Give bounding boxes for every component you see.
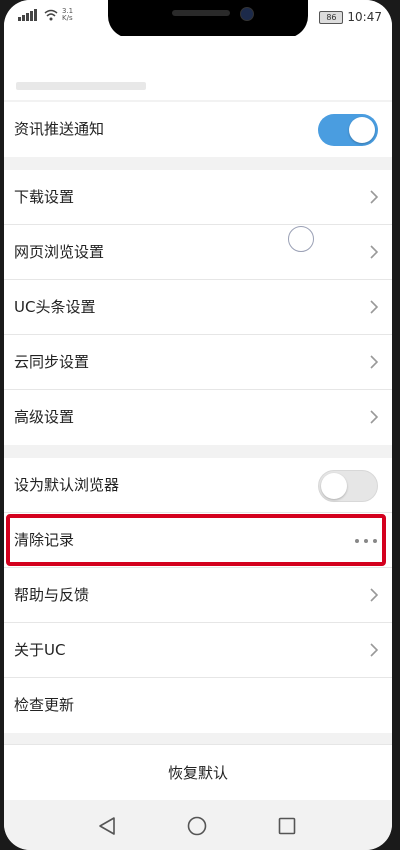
row-download-settings[interactable]: 下载设置 — [4, 170, 392, 225]
toggle-knob — [349, 117, 375, 143]
restore-defaults-button[interactable]: 恢复默认 — [4, 744, 392, 801]
row-label: 检查更新 — [14, 696, 75, 714]
chevron-right-icon — [370, 588, 378, 602]
section-misc: 设为默认浏览器 清除记录 帮助与反馈 关于UC 检查更新 — [4, 458, 392, 733]
news-push-toggle[interactable] — [318, 114, 378, 146]
row-news-push[interactable]: 资讯推送通知 — [4, 102, 392, 157]
row-help-feedback[interactable]: 帮助与反馈 — [4, 568, 392, 623]
chevron-right-icon — [370, 643, 378, 657]
wifi-icon — [44, 9, 58, 21]
status-bar: 3.1 K/s 86 10:47 — [4, 0, 392, 38]
signal-icon — [18, 9, 37, 21]
row-label: 下载设置 — [14, 188, 75, 206]
phone-frame: 3.1 K/s 86 10:47 资讯推送通知 下载设置 网页浏览设置 UC头条… — [0, 0, 400, 850]
front-camera — [240, 7, 254, 21]
chevron-right-icon — [370, 300, 378, 314]
row-label: 高级设置 — [14, 408, 75, 426]
row-label: 云同步设置 — [14, 353, 90, 371]
navigation-bar — [4, 800, 392, 850]
row-label: 网页浏览设置 — [14, 243, 105, 261]
row-label: 帮助与反馈 — [14, 586, 90, 604]
row-check-update[interactable]: 检查更新 — [4, 678, 392, 733]
net-speed: 3.1 K/s — [62, 7, 74, 22]
chevron-right-icon — [370, 410, 378, 424]
speaker — [172, 10, 230, 16]
scrolled-row-remnant — [4, 36, 392, 100]
section-notifications: 资讯推送通知 — [4, 102, 392, 157]
status-right: 86 10:47 — [319, 10, 382, 24]
row-cloud-sync-settings[interactable]: 云同步设置 — [4, 335, 392, 390]
row-label: 关于UC — [14, 641, 66, 659]
settings-content: 资讯推送通知 下载设置 网页浏览设置 UC头条设置 云同步设置 高级设置 设为默… — [4, 36, 392, 801]
screen: 3.1 K/s 86 10:47 资讯推送通知 下载设置 网页浏览设置 UC头条… — [4, 0, 392, 850]
back-triangle-icon[interactable] — [98, 816, 116, 836]
row-default-browser[interactable]: 设为默认浏览器 — [4, 458, 392, 513]
chevron-right-icon — [370, 190, 378, 204]
chevron-right-icon — [370, 245, 378, 259]
row-label: UC头条设置 — [14, 298, 96, 316]
battery-icon: 86 — [319, 10, 344, 24]
default-browser-toggle[interactable] — [318, 470, 378, 502]
row-advanced-settings[interactable]: 高级设置 — [4, 390, 392, 445]
chevron-right-icon — [370, 355, 378, 369]
touch-indicator — [288, 226, 314, 252]
status-left: 3.1 K/s — [18, 8, 80, 22]
home-circle-icon[interactable] — [187, 816, 207, 836]
highlight-annotation — [6, 514, 386, 566]
row-web-browse-settings[interactable]: 网页浏览设置 — [4, 225, 392, 280]
status-time: 10:47 — [347, 10, 382, 24]
row-label: 资讯推送通知 — [14, 120, 105, 138]
recent-apps-square-icon[interactable] — [278, 817, 296, 835]
row-label: 设为默认浏览器 — [14, 476, 120, 494]
toggle-knob — [321, 473, 347, 499]
notch — [108, 0, 308, 38]
row-about-uc[interactable]: 关于UC — [4, 623, 392, 678]
section-settings: 下载设置 网页浏览设置 UC头条设置 云同步设置 高级设置 — [4, 170, 392, 445]
row-uc-headline-settings[interactable]: UC头条设置 — [4, 280, 392, 335]
ghost-text — [16, 82, 146, 90]
